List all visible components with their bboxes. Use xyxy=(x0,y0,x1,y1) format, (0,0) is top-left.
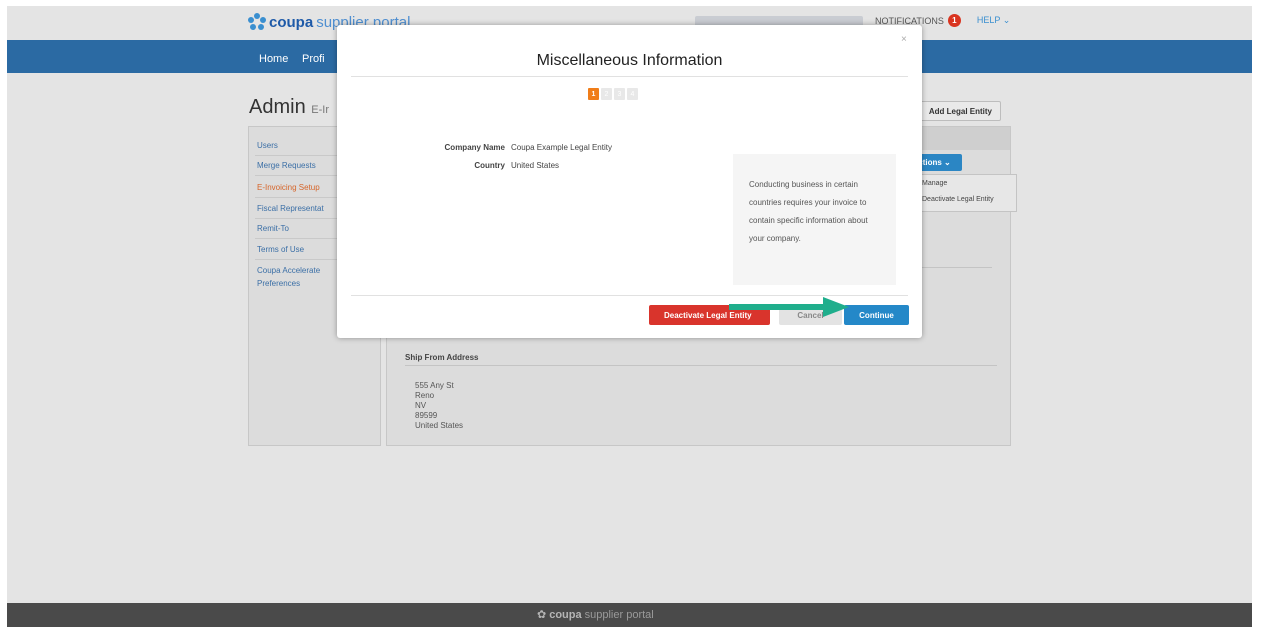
step-4: 4 xyxy=(627,88,638,100)
sidebar-item-users[interactable]: Users xyxy=(257,141,278,150)
country-value: United States xyxy=(511,161,560,170)
notifications-link[interactable]: NOTIFICATIONS xyxy=(875,16,944,26)
sidebar-item-merge-requests[interactable]: Merge Requests xyxy=(257,161,316,170)
step-indicator: 1 2 3 4 xyxy=(588,88,638,100)
info-text: Conducting business in certain countries… xyxy=(749,180,868,243)
misc-info-modal: Miscellaneous Information × 1 2 3 4 Comp… xyxy=(337,25,922,338)
actions-dropdown-menu: Manage Deactivate Legal Entity xyxy=(914,174,1017,212)
arrow-right-icon xyxy=(729,297,849,317)
sidebar-item-e-invoicing-setup[interactable]: E-Invoicing Setup xyxy=(257,183,320,192)
step-2: 2 xyxy=(601,88,612,100)
sidebar-item-terms-of-use[interactable]: Terms of Use xyxy=(257,245,304,254)
ship-from-heading: Ship From Address xyxy=(405,353,479,362)
address-country: United States xyxy=(415,421,464,430)
sidebar-item-coupa-accelerate[interactable]: Coupa Accelerate xyxy=(257,266,320,275)
step-1: 1 xyxy=(588,88,599,100)
nav-item-home[interactable]: Home xyxy=(259,53,288,65)
page-title-suffix: E-Ir xyxy=(311,104,329,116)
info-panel: Conducting business in certain countries… xyxy=(733,154,896,285)
modal-header-divider xyxy=(351,76,908,77)
sidebar-item-remit-to[interactable]: Remit-To xyxy=(257,224,289,233)
page-title: Admin E-Ir xyxy=(249,96,329,119)
logo-text-brand: coupa xyxy=(269,13,314,31)
continue-button[interactable]: Continue xyxy=(844,305,909,325)
coupa-flower-icon xyxy=(248,13,266,31)
address-zip: 89599 xyxy=(415,411,438,420)
page-title-main: Admin xyxy=(249,96,306,118)
address-city: Reno xyxy=(415,391,435,400)
panel-divider xyxy=(920,267,992,268)
sidebar-item-fiscal-representative[interactable]: Fiscal Representat xyxy=(257,204,324,213)
notifications-count-badge[interactable]: 1 xyxy=(947,14,961,27)
sidebar-item-preferences[interactable]: Preferences xyxy=(257,279,300,288)
close-icon[interactable]: × xyxy=(901,34,907,45)
menu-item-deactivate-legal-entity[interactable]: Deactivate Legal Entity xyxy=(922,196,994,203)
footer-logo-portal: supplier portal xyxy=(584,608,654,621)
step-3: 3 xyxy=(614,88,625,100)
address-state: NV xyxy=(415,401,427,410)
company-name-value: Coupa Example Legal Entity xyxy=(511,143,612,152)
nav-item-profile[interactable]: Profi xyxy=(302,53,325,65)
company-name-label: Company Name xyxy=(444,143,505,152)
country-label: Country xyxy=(474,161,505,170)
footer-logo: ✿ coupa supplier portal xyxy=(537,608,654,622)
address-street: 555 Any St xyxy=(415,381,454,390)
ship-from-divider xyxy=(405,365,997,366)
menu-item-manage[interactable]: Manage xyxy=(922,180,947,187)
modal-title: Miscellaneous Information xyxy=(536,52,723,69)
footer-flower-icon: ✿ xyxy=(537,609,547,621)
help-menu[interactable]: HELP ⌄ xyxy=(977,15,1010,26)
page-footer: ✿ coupa supplier portal xyxy=(7,603,1252,627)
footer-logo-brand: coupa xyxy=(549,608,582,621)
browser-viewport: coupa supplier portal NOTIFICATIONS 1 HE… xyxy=(7,6,1252,627)
